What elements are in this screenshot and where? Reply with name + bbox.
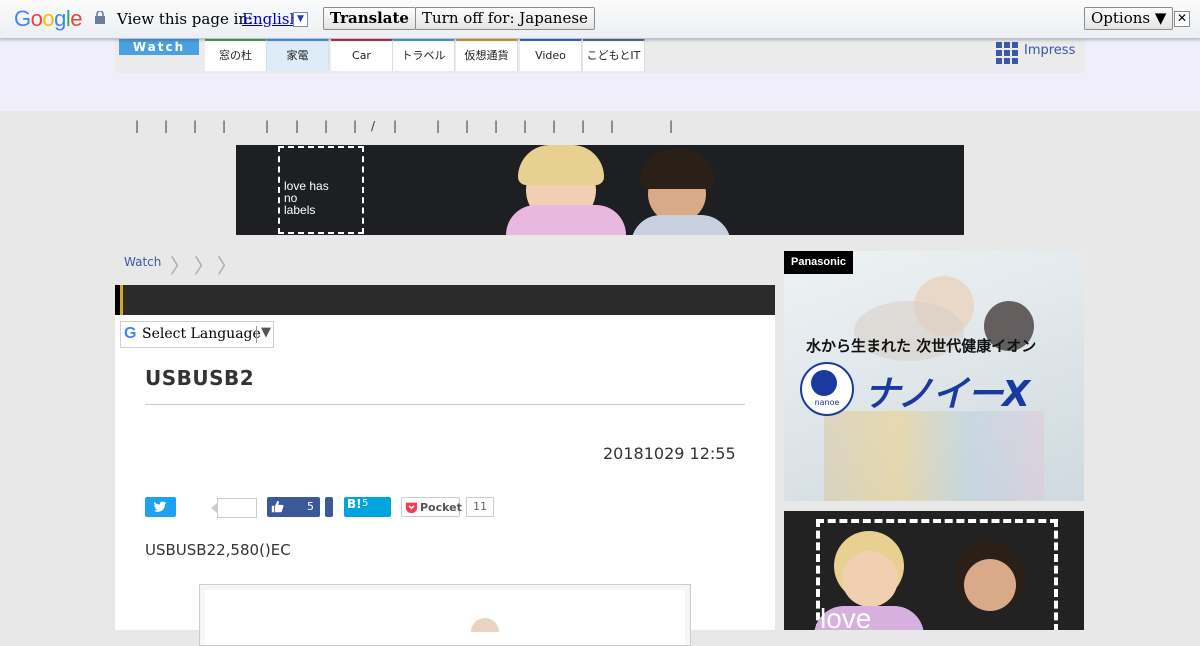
child-shirt (506, 205, 626, 235)
subnav-separator: | (193, 119, 198, 133)
pocket-icon (405, 502, 418, 514)
subnav-separator: | (164, 119, 169, 133)
facebook-like-button[interactable]: 5 (267, 497, 320, 517)
breadcrumb-separator: 〉 (217, 254, 237, 278)
subnav-separator: | (610, 119, 615, 133)
impress-link[interactable]: Impress (1024, 43, 1075, 58)
category-accent (120, 285, 123, 315)
child-hair (518, 145, 604, 185)
translate-button[interactable]: Translate (323, 7, 416, 30)
tab-label: 窓の杜 (219, 49, 252, 62)
tab-travel[interactable]: トラベル (393, 38, 455, 71)
bubble-pointer (211, 503, 217, 513)
subnav-separator: | (552, 119, 557, 133)
tab-label: 仮想通貨 (464, 49, 509, 62)
title-divider (145, 404, 745, 405)
hatena-label: B! (347, 497, 362, 511)
child-shirt (631, 215, 731, 235)
subnav-separator: | (523, 119, 528, 133)
breadcrumb-separator: 〉 (170, 254, 190, 278)
grid-icon[interactable] (996, 42, 1018, 64)
article-image[interactable] (199, 584, 691, 646)
like-count: 5 (307, 500, 314, 513)
nanoe-logo: nanoe (800, 362, 854, 416)
article-title: USBUSB2 (145, 366, 255, 390)
article-panel (115, 315, 775, 630)
article-body: USBUSB22,580()EC (145, 541, 291, 559)
hatena-count: 5 (362, 498, 369, 509)
subnav-separator: | (494, 119, 499, 133)
tab-video[interactable]: Video (520, 38, 582, 71)
options-button[interactable]: Options ▼ (1084, 7, 1174, 30)
child-hair (640, 149, 714, 189)
pocket-button[interactable]: Pocket (401, 497, 462, 517)
subnav-separator: | (295, 119, 300, 133)
tab-madonomori[interactable]: 窓の杜 (205, 38, 267, 71)
subnav-separator: | (135, 119, 140, 133)
article-date: 20181029 12:55 (603, 444, 736, 463)
tab-crypto[interactable]: 仮想通貨 (456, 38, 518, 71)
subnav-separator: | (465, 119, 470, 133)
subnav-separator: | (581, 119, 586, 133)
banner-tagline: love has no labels (284, 179, 329, 217)
tab-label: Car (352, 49, 371, 62)
ad-headline: 水から生まれた 次世代健康イオン (806, 337, 1037, 355)
select-language-dropdown[interactable]: G Select Language ▼ (120, 321, 274, 348)
google-logo: Google (14, 6, 83, 31)
lock-icon (95, 11, 105, 24)
hatena-bookmark-button[interactable]: B! 5 (344, 497, 391, 517)
tab-label: トラベル (401, 49, 446, 62)
subnav-separator: | (353, 119, 358, 133)
love-has-no-labels-ad[interactable]: love (784, 511, 1084, 630)
tab-car[interactable]: Car (331, 38, 393, 71)
breadcrumb-watch[interactable]: Watch (124, 255, 161, 269)
target-language-link[interactable]: English (242, 10, 299, 28)
ad-photo-lower (824, 411, 1044, 501)
facebook-share-tab[interactable] (325, 497, 333, 517)
pocket-label: Pocket (420, 501, 462, 514)
image-frame (205, 590, 685, 645)
child-face (964, 559, 1016, 611)
divider (256, 326, 257, 343)
translate-bar: Google View this page in: English ▼ Tran… (0, 0, 1200, 39)
chevron-down-icon: ▼ (261, 325, 271, 340)
nanoe-logo-text: nanoe (814, 398, 840, 407)
tweet-count-bubble (217, 498, 257, 518)
child-face (842, 551, 898, 607)
banner-ad[interactable]: love has no labels (236, 145, 964, 235)
subnav-separator: | (265, 119, 270, 133)
product-name: ナノイーX (864, 374, 1030, 415)
ad-tagline: love (820, 603, 872, 630)
subnav-separator: | (669, 119, 674, 133)
subnav-separator: | (324, 119, 329, 133)
tab-label: Video (535, 49, 566, 62)
thumbs-up-icon (271, 500, 284, 513)
select-language-label: Select Language (142, 326, 261, 342)
twitter-share-button[interactable] (145, 497, 176, 517)
translate-label: View this page in: (117, 10, 254, 28)
subnav-separator: | (222, 119, 227, 133)
category-bar (115, 285, 775, 315)
tab-label: 家電 (286, 49, 309, 62)
tab-kaden[interactable]: 家電 (267, 38, 329, 71)
love-has-no-labels-logo: love has no labels (278, 146, 364, 234)
watch-logo[interactable]: Watch (119, 39, 199, 55)
panasonic-ad[interactable]: Panasonic 水から生まれた 次世代健康イオン nanoe ナノイーX (784, 251, 1084, 501)
google-g-icon: G (124, 325, 137, 342)
tab-label: こどもとIT (586, 49, 641, 62)
subnav-separator: | (436, 119, 441, 133)
subnav-separator: / (371, 119, 376, 133)
language-dropdown-icon[interactable]: ▼ (293, 12, 308, 27)
panasonic-logo: Panasonic (784, 251, 853, 274)
subnav-separator: | (393, 119, 398, 133)
twitter-icon (153, 501, 167, 512)
turn-off-button[interactable]: Turn off for: Japanese (415, 7, 595, 30)
pocket-count: 11 (466, 497, 494, 517)
close-icon[interactable]: ✕ (1174, 11, 1190, 27)
tab-kodomo-it[interactable]: こどもとIT (583, 38, 645, 71)
nanoe-mark (811, 370, 837, 396)
breadcrumb-separator: 〉 (194, 254, 214, 278)
